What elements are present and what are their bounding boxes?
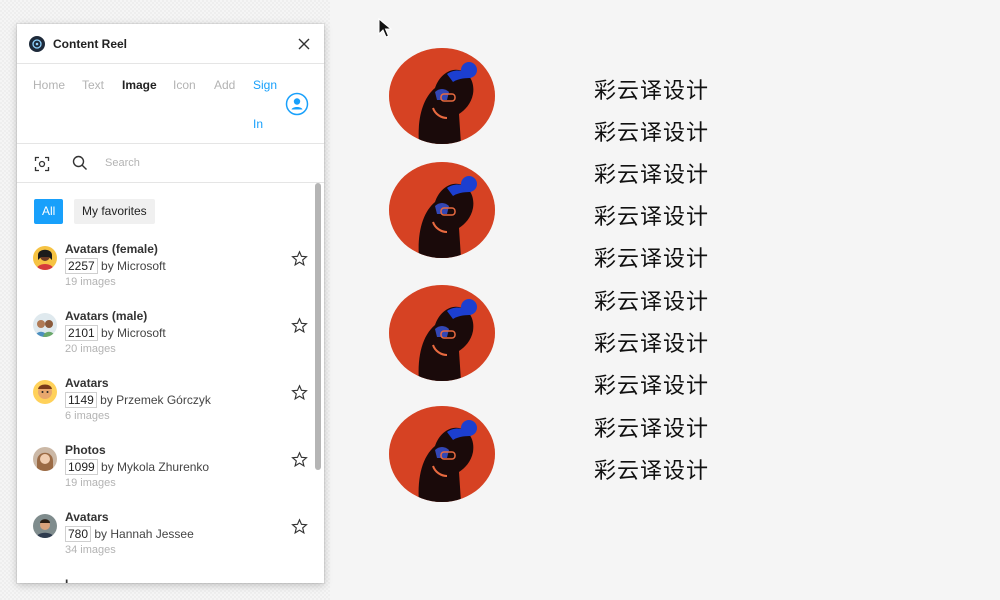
usage-count: 780 xyxy=(65,526,92,542)
canvas-text-line[interactable]: 彩云译设计 xyxy=(594,411,709,443)
usage-count: 1099 xyxy=(65,459,98,475)
photo-avatar-icon xyxy=(33,447,57,471)
collection-name: Avatars (male) xyxy=(65,309,148,323)
collection-author: by Przemek Górczyk xyxy=(100,393,211,407)
list-item[interactable]: Avatars (female) 2257 by Microsoft 19 im… xyxy=(17,242,317,302)
usage-count: 2101 xyxy=(65,325,98,341)
collections-list[interactable]: All My favorites Avatars (female) 2257 b… xyxy=(17,183,324,583)
collection-meta: 2257 by Microsoft xyxy=(65,258,166,274)
portrait-image[interactable] xyxy=(389,162,495,258)
portrait-image[interactable] xyxy=(389,48,495,144)
usage-count: 2257 xyxy=(65,258,98,274)
favorite-star-icon[interactable] xyxy=(291,451,308,468)
canvas-text-line[interactable]: 彩云译设计 xyxy=(594,326,709,358)
collection-meta: 1099 by Mykola Zhurenko xyxy=(65,459,209,475)
image-count: 6 images xyxy=(65,410,110,422)
collection-meta: 2101 by Microsoft xyxy=(65,325,166,341)
usage-count: 1149 xyxy=(65,392,97,408)
collection-author: by Hannah Jessee xyxy=(94,527,194,541)
collection-name: Avatars (female) xyxy=(65,242,158,256)
close-icon[interactable] xyxy=(294,34,314,54)
scan-selection-icon[interactable] xyxy=(34,156,50,172)
portrait-avatar-icon xyxy=(33,514,57,538)
search-icon xyxy=(72,155,88,171)
canvas-text-line[interactable]: 彩云译设计 xyxy=(594,115,709,147)
sign-in-link[interactable]: Sign xyxy=(253,78,277,92)
canvas-text-line[interactable]: 彩云译设计 xyxy=(594,199,709,231)
collection-author: by Microsoft xyxy=(101,326,166,340)
content-reel-logo-icon xyxy=(29,36,45,52)
portrait-image[interactable] xyxy=(389,406,495,502)
collection-author: by Microsoft xyxy=(101,259,166,273)
plugin-title: Content Reel xyxy=(53,37,128,51)
canvas-text-line[interactable]: 彩云译设计 xyxy=(594,284,709,316)
image-count: 19 images xyxy=(65,477,116,489)
collection-author: by Mykola Zhurenko xyxy=(101,460,210,474)
collection-name: Avatars xyxy=(65,510,109,524)
canvas-text-line[interactable]: 彩云译设计 xyxy=(594,157,709,189)
favorite-star-icon[interactable] xyxy=(291,317,308,334)
filter-favorites-button[interactable]: My favorites xyxy=(74,199,155,224)
tab-text[interactable]: Text xyxy=(82,78,104,92)
sign-in-link-continued[interactable]: In xyxy=(253,117,263,131)
tab-home[interactable]: Home xyxy=(33,78,65,92)
male-avatar-icon xyxy=(33,313,57,337)
tab-image[interactable]: Image xyxy=(122,78,157,92)
canvas-text-line[interactable]: 彩云译设计 xyxy=(594,73,709,105)
female-avatar-icon xyxy=(33,246,57,270)
canvas-text-line[interactable]: 彩云译设计 xyxy=(594,241,709,273)
search-toolbar xyxy=(17,144,324,183)
list-item[interactable]: Avatars (male) 2101 by Microsoft 20 imag… xyxy=(17,309,317,369)
image-count: 20 images xyxy=(65,343,116,355)
favorite-star-icon[interactable] xyxy=(291,250,308,267)
list-item[interactable]: Avatars 1149 by Przemek Górczyk 6 images xyxy=(17,376,317,436)
collection-name: Photos xyxy=(65,443,106,457)
image-count: 34 images xyxy=(65,544,116,556)
plugin-nav: Home Text Image Icon Add Sign In xyxy=(17,64,324,144)
tab-add[interactable]: Add xyxy=(214,78,235,92)
list-item[interactable]: Avatars 780 by Hannah Jessee 34 images xyxy=(17,510,317,570)
list-item[interactable]: Photos 1099 by Mykola Zhurenko 19 images xyxy=(17,443,317,503)
collection-meta: 1149 by Przemek Górczyk xyxy=(65,392,211,408)
tab-icon[interactable]: Icon xyxy=(173,78,196,92)
portrait-image[interactable] xyxy=(389,285,495,381)
canvas-text-line[interactable]: 彩云译设计 xyxy=(594,453,709,485)
collection-name: Avatars xyxy=(65,376,109,390)
search-input[interactable] xyxy=(105,152,295,174)
collection-meta: 780 by Hannah Jessee xyxy=(65,526,194,542)
mouse-cursor-icon xyxy=(378,17,393,38)
next-collection-name-partial: I xyxy=(65,577,68,583)
emoji-avatar-icon xyxy=(33,380,57,404)
favorite-star-icon[interactable] xyxy=(291,384,308,401)
plugin-titlebar: Content Reel xyxy=(17,24,324,64)
filter-all-button[interactable]: All xyxy=(34,199,64,224)
image-count: 19 images xyxy=(65,276,116,288)
user-account-icon[interactable] xyxy=(285,92,309,116)
canvas-text-line[interactable]: 彩云译设计 xyxy=(594,368,709,400)
favorite-star-icon[interactable] xyxy=(291,518,308,535)
plugin-panel: Content Reel Home Text Image Icon Add Si… xyxy=(17,24,324,583)
